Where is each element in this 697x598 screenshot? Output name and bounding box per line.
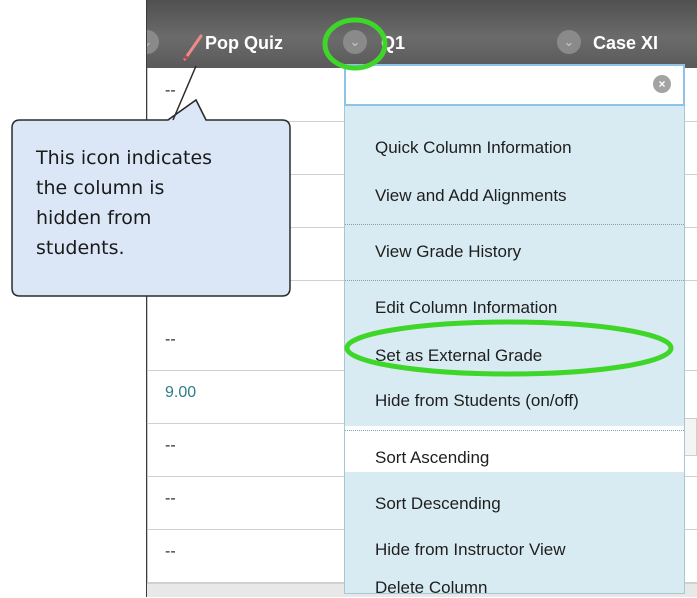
highlight-ring-chevron [322,17,388,71]
highlight-ring-menu-item [344,319,674,377]
callout-line: students. [36,237,125,259]
callout-line: This icon indicates [36,147,213,169]
callout-line: hidden from [36,207,152,229]
annotation-overlay [11,17,674,377]
callout-line: the column is [36,177,165,199]
callout-text: This icon indicates the column is hidden… [36,143,276,263]
